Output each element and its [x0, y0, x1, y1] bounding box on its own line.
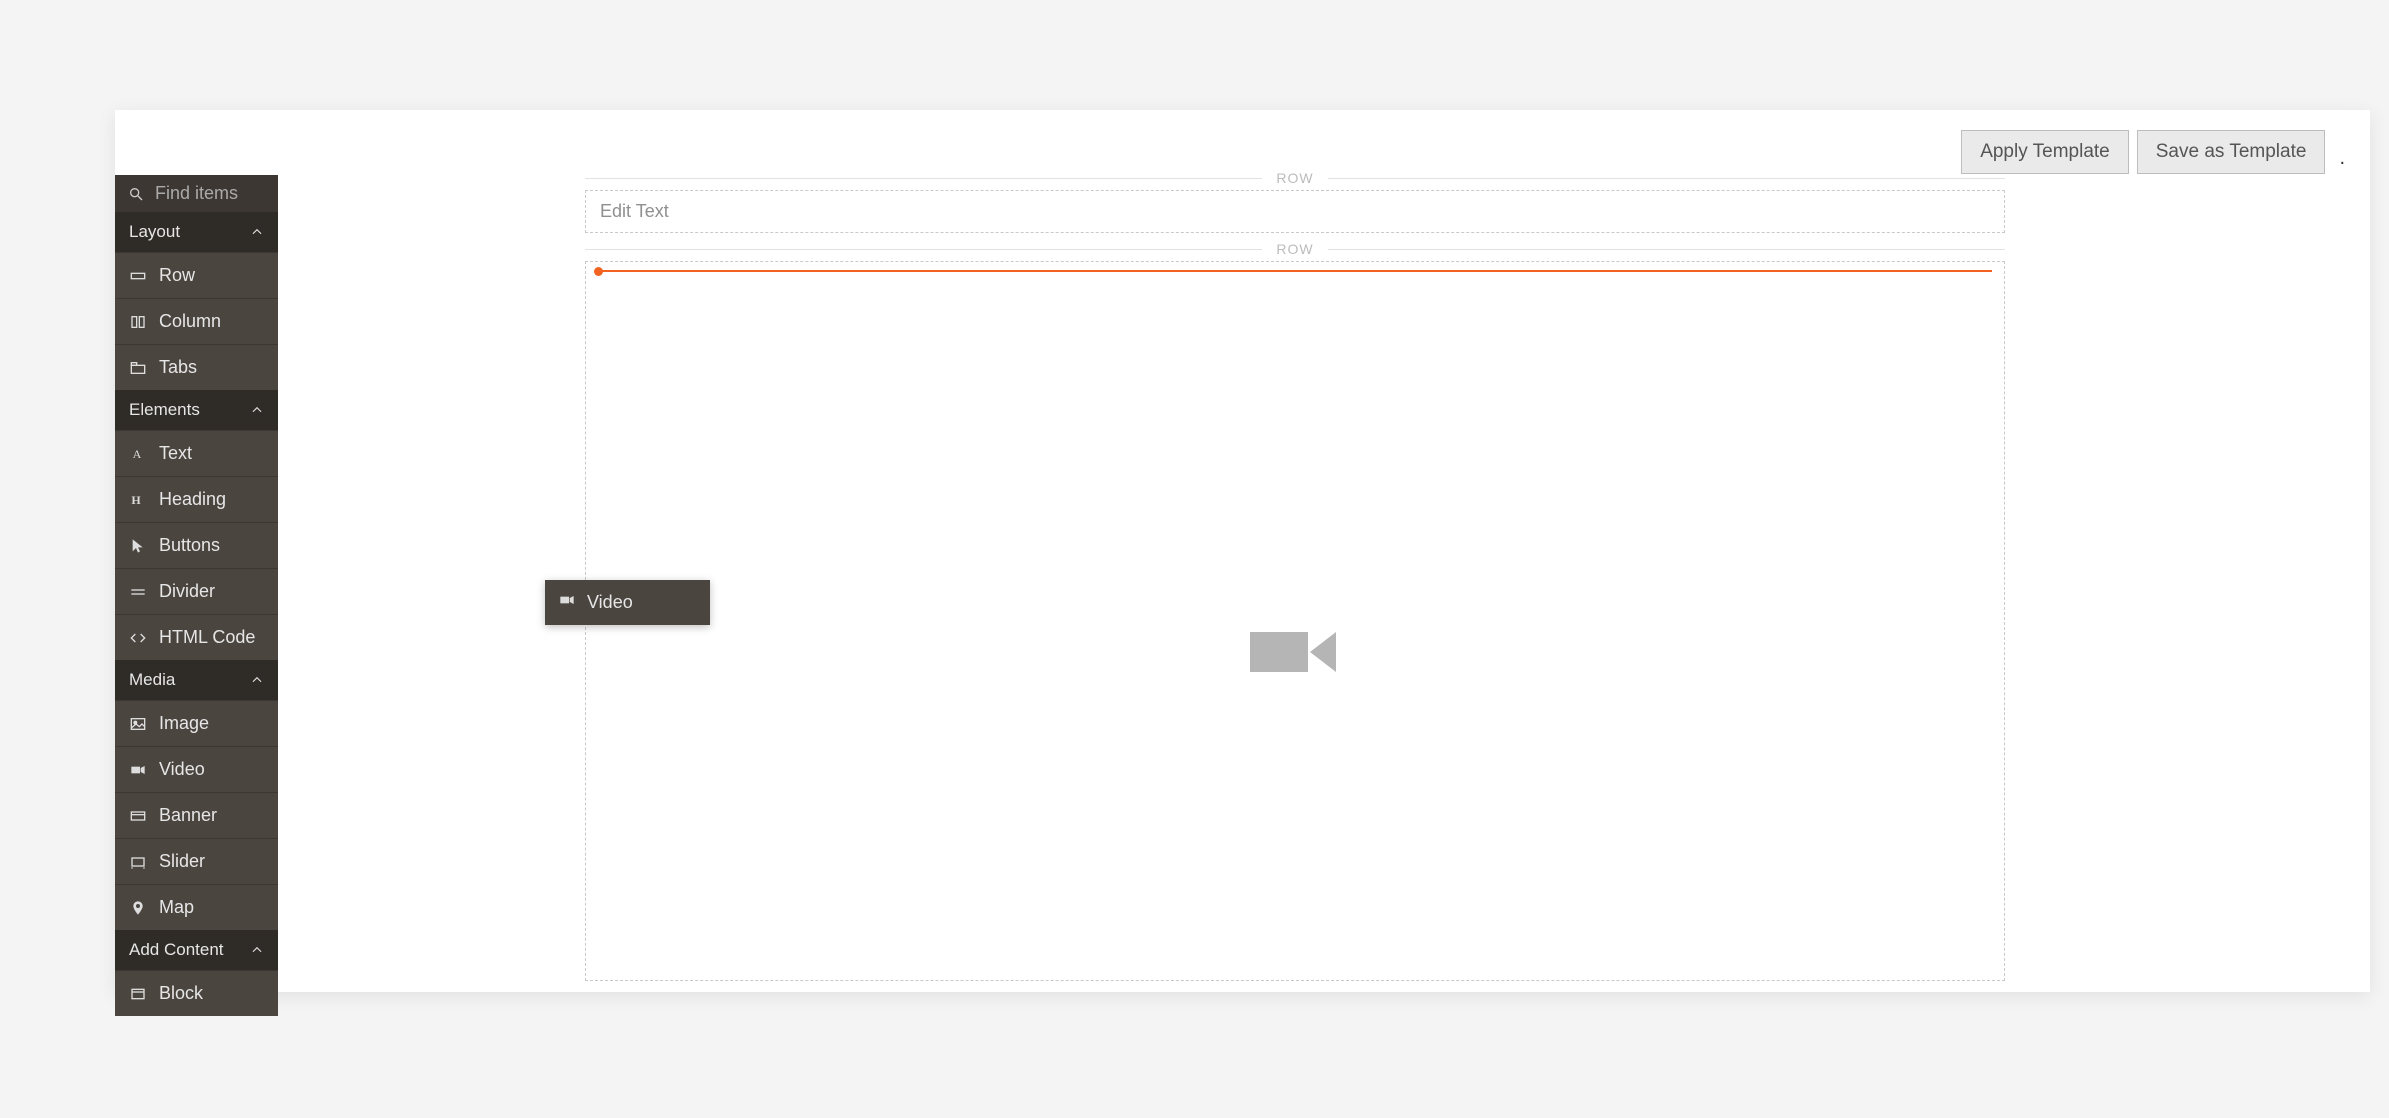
sidebar-item-column[interactable]: Column [115, 298, 278, 344]
text-icon: A [129, 445, 147, 463]
row-divider-label: ROW [585, 241, 2005, 257]
sidebar-item-label: Video [159, 759, 205, 780]
chevron-up-icon [250, 225, 264, 239]
row-icon [129, 267, 147, 285]
image-icon [129, 715, 147, 733]
tabs-icon [129, 359, 147, 377]
video-icon [559, 592, 575, 613]
canvas-row[interactable]: ROW [585, 241, 2005, 981]
sidebar-item-block[interactable]: Block [115, 970, 278, 1016]
component-sidebar: Layout Row Column Tabs Elements A Text [115, 175, 278, 1016]
cursor-icon [129, 537, 147, 555]
sidebar-item-image[interactable]: Image [115, 700, 278, 746]
sidebar-item-banner[interactable]: Banner [115, 792, 278, 838]
sidebar-item-heading[interactable]: H Heading [115, 476, 278, 522]
search-icon [127, 185, 145, 203]
sidebar-item-tabs[interactable]: Tabs [115, 344, 278, 390]
page-builder-app: Apply Template Save as Template . ROW Ed… [115, 110, 2370, 992]
sidebar-item-label: Banner [159, 805, 217, 826]
sidebar-item-label: Buttons [159, 535, 220, 556]
heading-icon: H [129, 491, 147, 509]
sidebar-item-html-code[interactable]: HTML Code [115, 614, 278, 660]
save-as-template-button[interactable]: Save as Template [2137, 130, 2326, 174]
sidebar-item-divider[interactable]: Divider [115, 568, 278, 614]
column-icon [129, 313, 147, 331]
drag-ghost-label: Video [587, 592, 633, 613]
text-content-placeholder[interactable]: Edit Text [585, 190, 2005, 233]
drop-indicator [598, 270, 1992, 272]
sidebar-item-label: Divider [159, 581, 215, 602]
sidebar-item-label: Row [159, 265, 195, 286]
sidebar-group-layout[interactable]: Layout [115, 212, 278, 252]
map-pin-icon [129, 899, 147, 917]
banner-icon [129, 807, 147, 825]
sidebar-item-label: Image [159, 713, 209, 734]
sidebar-search[interactable] [115, 175, 278, 212]
video-icon [129, 761, 147, 779]
svg-text:A: A [133, 447, 142, 461]
row-label: ROW [1272, 241, 1317, 257]
sidebar-item-row[interactable]: Row [115, 252, 278, 298]
sidebar-item-label: HTML Code [159, 627, 255, 648]
row-divider-label: ROW [585, 170, 2005, 186]
sidebar-group-add-content[interactable]: Add Content [115, 930, 278, 970]
sidebar-item-video[interactable]: Video [115, 746, 278, 792]
sidebar-group-label: Media [129, 670, 175, 690]
sidebar-item-label: Text [159, 443, 192, 464]
svg-text:H: H [131, 493, 141, 507]
sidebar-item-label: Column [159, 311, 221, 332]
sidebar-group-label: Layout [129, 222, 180, 242]
sidebar-item-text[interactable]: A Text [115, 430, 278, 476]
sidebar-group-label: Add Content [129, 940, 224, 960]
toolbar-overflow-indicator: . [2339, 147, 2345, 170]
sidebar-item-label: Heading [159, 489, 226, 510]
sidebar-item-label: Map [159, 897, 194, 918]
sidebar-group-elements[interactable]: Elements [115, 390, 278, 430]
sidebar-item-label: Block [159, 983, 203, 1004]
divider-icon [129, 583, 147, 601]
sidebar-item-map[interactable]: Map [115, 884, 278, 930]
sidebar-item-label: Tabs [159, 357, 197, 378]
video-placeholder-icon [1250, 622, 1340, 672]
drag-ghost-video[interactable]: Video [545, 580, 710, 625]
apply-template-button[interactable]: Apply Template [1961, 130, 2129, 174]
sidebar-item-buttons[interactable]: Buttons [115, 522, 278, 568]
search-input[interactable] [155, 183, 266, 204]
code-icon [129, 629, 147, 647]
sidebar-item-slider[interactable]: Slider [115, 838, 278, 884]
slider-icon [129, 853, 147, 871]
chevron-up-icon [250, 943, 264, 957]
row-label: ROW [1272, 170, 1317, 186]
canvas-stage[interactable]: ROW Edit Text ROW [585, 170, 2005, 980]
sidebar-group-label: Elements [129, 400, 200, 420]
sidebar-group-media[interactable]: Media [115, 660, 278, 700]
canvas-row[interactable]: ROW Edit Text [585, 170, 2005, 233]
chevron-up-icon [250, 403, 264, 417]
chevron-up-icon [250, 673, 264, 687]
row-drop-zone[interactable] [585, 261, 2005, 981]
toolbar: Apply Template Save as Template . [1961, 130, 2345, 174]
sidebar-item-label: Slider [159, 851, 205, 872]
block-icon [129, 985, 147, 1003]
